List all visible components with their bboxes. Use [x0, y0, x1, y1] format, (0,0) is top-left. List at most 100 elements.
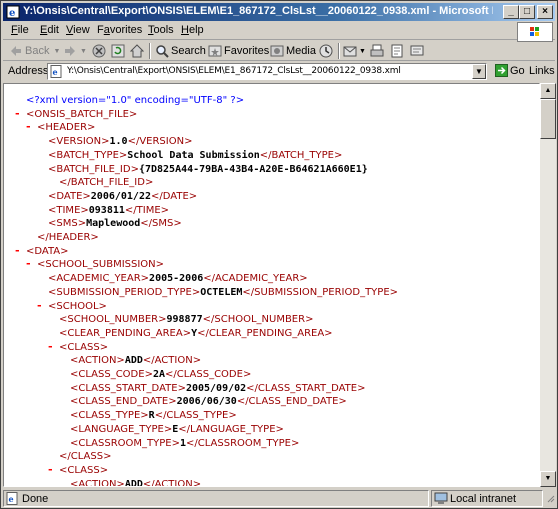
xml-open-tag: <BATCH_TYPE> — [48, 150, 128, 161]
links-button[interactable]: Links — [529, 65, 555, 77]
xml-line: <SCHOOL_SUBMISSION> — [37, 258, 164, 272]
menu-help-label: Help — [181, 24, 204, 36]
mail-dropdown-icon[interactable]: ▼ — [359, 48, 366, 55]
toolbar-separator — [149, 43, 151, 59]
go-button[interactable]: Go — [495, 64, 525, 77]
xml-open-tag: <ACADEMIC_YEAR> — [48, 273, 150, 284]
search-button[interactable]: Search — [155, 43, 206, 59]
xml-line: <SMS>Maplewood</SMS> — [48, 217, 182, 231]
xml-open-tag: <TIME> — [48, 205, 89, 216]
forward-button[interactable]: ▼ — [63, 43, 87, 59]
forward-arrow-icon — [65, 46, 75, 56]
search-icon — [156, 45, 169, 58]
toolbar-separator — [338, 43, 340, 59]
xml-content-pane[interactable]: <?xml version="1.0" encoding="UTF-8" ?> … — [3, 83, 540, 487]
collapse-toggle-icon[interactable]: - — [47, 340, 54, 353]
forward-dropdown-icon[interactable]: ▼ — [80, 48, 87, 55]
xml-open-tag: <CLASS> — [59, 465, 109, 476]
mail-button[interactable]: ▼ — [343, 43, 366, 59]
xml-line: <DATE>2006/01/22</DATE> — [48, 190, 197, 204]
collapse-toggle-icon[interactable]: - — [25, 257, 32, 270]
scroll-up-icon[interactable]: ▲ — [540, 83, 556, 99]
xml-close-tag: </CLEAR_PENDING_AREA> — [197, 328, 333, 339]
xml-line: <CLASS_END_DATE>2006/06/30</CLASS_END_DA… — [70, 395, 347, 409]
refresh-icon — [111, 44, 125, 58]
xml-close-tag: </ACTION> — [142, 479, 202, 487]
xml-open-tag: <SCHOOL> — [48, 301, 107, 312]
menu-file[interactable]: File — [11, 24, 29, 36]
xml-open-tag: <CLEAR_PENDING_AREA> — [59, 328, 192, 339]
favorites-button[interactable]: Favorites — [208, 43, 269, 59]
menu-view-label: View — [66, 24, 90, 36]
xml-close-tag: </CLASS_START_DATE> — [246, 383, 366, 394]
menu-edit[interactable]: Edit — [40, 24, 59, 36]
menu-help[interactable]: Help — [181, 24, 204, 36]
menu-bar: File Edit View Favorites Tools Help — [3, 22, 555, 42]
collapse-toggle-icon[interactable]: - — [47, 463, 54, 476]
scroll-down-icon[interactable]: ▼ — [540, 471, 556, 487]
print-button[interactable] — [370, 43, 384, 59]
address-dropdown-icon[interactable]: ▼ — [472, 64, 486, 79]
windows-logo-throbber — [517, 22, 553, 42]
xml-close-tag: </HEADER> — [37, 232, 99, 243]
edit-button[interactable] — [390, 43, 404, 59]
menu-view[interactable]: View — [66, 24, 90, 36]
xml-open-tag: <CLASS_END_DATE> — [70, 396, 177, 407]
xml-close-tag: </SUBMISSION_PERIOD_TYPE> — [242, 287, 399, 298]
menu-tools[interactable]: Tools — [148, 24, 174, 36]
xml-line: <TIME>093811</TIME> — [48, 204, 169, 218]
xml-line: </CLASS> — [59, 450, 111, 464]
resize-grip-icon[interactable] — [545, 493, 555, 505]
collapse-toggle-icon[interactable]: - — [14, 107, 21, 120]
address-bar: Address e Y:\Onsis\Central\Export\ONSIS\… — [3, 62, 555, 81]
history-button[interactable] — [319, 43, 333, 59]
xml-close-tag: </TIME> — [124, 205, 170, 216]
xml-line: <CLASS_TYPE>R</CLASS_TYPE> — [70, 409, 237, 423]
status-panel: e Done — [3, 490, 429, 507]
address-input[interactable]: e Y:\Onsis\Central\Export\ONSIS\ELEM\E1_… — [47, 63, 487, 80]
menu-favorites[interactable]: Favorites — [97, 24, 142, 36]
go-label: Go — [510, 64, 525, 77]
scroll-thumb[interactable] — [540, 99, 556, 139]
maximize-button[interactable]: □ — [519, 5, 535, 19]
svg-text:e: e — [9, 494, 14, 504]
xml-value: 2005/09/02 — [185, 383, 247, 394]
zone-text: Local intranet — [450, 493, 517, 505]
home-button[interactable] — [130, 43, 144, 59]
media-button[interactable]: Media — [270, 43, 316, 59]
close-button[interactable]: × — [537, 5, 553, 19]
stop-button[interactable] — [92, 43, 106, 59]
menu-favorites-label: Favorites — [97, 24, 143, 36]
back-label: Back — [25, 45, 50, 57]
media-label: Media — [286, 45, 316, 57]
svg-text:e: e — [53, 67, 58, 77]
address-label: Address — [8, 65, 49, 77]
xml-open-tag: <CLASSROOM_TYPE> — [70, 438, 180, 449]
collapse-toggle-icon[interactable]: - — [36, 299, 43, 312]
xml-line: <ACTION>ADD</ACTION> — [70, 354, 201, 368]
collapse-toggle-icon[interactable]: - — [25, 120, 32, 133]
minimize-button[interactable]: _ — [503, 5, 519, 19]
xml-close-tag: </CLASS_END_DATE> — [236, 396, 347, 407]
menu-file-label: File — [11, 24, 29, 36]
xml-open-tag: <HEADER> — [37, 122, 96, 133]
xml-open-tag: <SCHOOL_SUBMISSION> — [37, 259, 165, 270]
title-bar[interactable]: e Y:\Onsis\Central\Export\ONSIS\ELEM\E1_… — [3, 3, 555, 21]
back-button[interactable]: Back ▼ — [9, 43, 60, 59]
xml-close-tag: </ACTION> — [142, 355, 202, 366]
xml-open-tag: <ACTION> — [70, 355, 125, 366]
collapse-toggle-icon[interactable]: - — [14, 244, 21, 257]
vertical-scrollbar[interactable]: ▲ ▼ — [540, 83, 556, 487]
xml-close-tag: </DATE> — [151, 191, 198, 202]
xml-value: Maplewood — [86, 218, 141, 229]
xml-value: ADD — [124, 355, 143, 366]
xml-line: <CLEAR_PENDING_AREA>Y</CLEAR_PENDING_ARE… — [59, 327, 333, 341]
back-dropdown-icon[interactable]: ▼ — [53, 48, 60, 55]
xml-open-tag: <CLASS_START_DATE> — [70, 383, 186, 394]
menu-tools-label: Tools — [148, 24, 174, 36]
refresh-button[interactable] — [111, 43, 125, 59]
discuss-button[interactable] — [410, 43, 424, 59]
windows-flag-icon — [530, 27, 539, 36]
xml-line: <CLASSROOM_TYPE>1</CLASSROOM_TYPE> — [70, 437, 299, 451]
links-label: Links — [529, 65, 555, 77]
